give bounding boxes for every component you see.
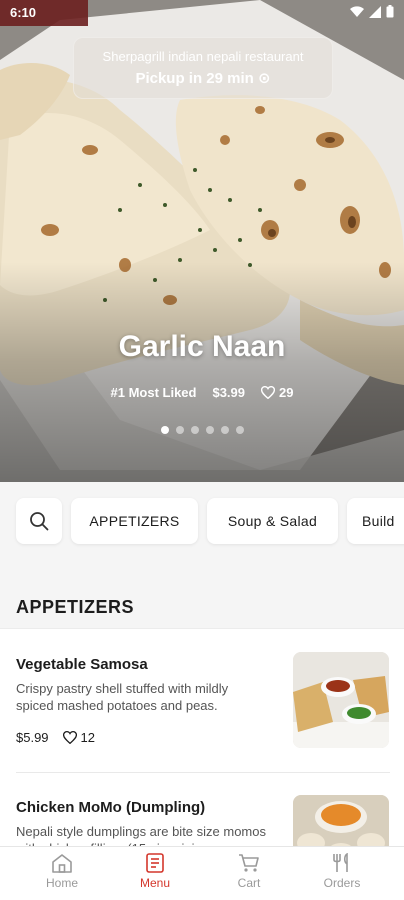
menu-item-description: Crispy pastry shell stuffed with mildly … [16,681,229,713]
menu-list: Vegetable Samosa Crispy pastry shell stu… [0,628,404,850]
carousel-dot[interactable] [235,426,244,434]
featured-price: $3.99 [212,385,246,400]
carousel-dot[interactable] [175,426,184,434]
battery-icon [386,5,394,18]
status-time: 6:10 [10,5,37,20]
pickup-info-card[interactable]: Sherpagrill indian nepali restaurant Pic… [73,37,333,99]
momo-photo [293,795,389,850]
hero-banner[interactable]: 6:10 Sherpagrill indian nepali restauran… [0,0,404,482]
category-bar: APPETIZERS Soup & Salad Build [0,482,404,560]
menu-item-likes[interactable]: 12 [62,730,96,745]
samosa-photo [293,652,389,748]
nav-item-label: Menu [139,876,171,890]
featured-dish-title: Garlic Naan [118,330,286,363]
section-title: APPETIZERS [16,597,135,617]
carousel-dot[interactable] [220,426,229,434]
nav-item-home[interactable]: Home [27,853,97,890]
menu-item-price: $5.99 [16,730,49,745]
hero-shade [0,262,404,482]
category-chip-appetizers[interactable]: APPETIZERS [71,498,198,544]
nav-item-label: Cart [237,876,261,890]
category-chip-build[interactable]: Build [347,498,404,544]
signal-icon [369,5,381,18]
menu-item-meta: $5.99 12 [16,730,95,745]
pickup-eta: Pickup in 29 min ⊙ [135,70,271,87]
carousel-dot[interactable] [190,426,199,434]
status-bar: 6:10 [0,0,404,26]
heart-icon [261,386,276,399]
nav-item-label: Orders [323,876,361,890]
featured-badge: #1 Most Liked [110,385,197,400]
home-icon [52,854,72,873]
menu-item-photo[interactable] [293,795,389,850]
featured-likes-count: 29 [279,385,294,400]
orders-icon [333,853,348,872]
bottom-nav: Home Menu Cart Orders [0,846,404,900]
carousel-dots [0,426,404,434]
featured-dish-meta: #1 Most Liked $3.99 29 [0,385,404,400]
menu-item[interactable]: Chicken MoMo (Dumpling) Nepali style dum… [0,773,404,850]
restaurant-name: Sherpagrill indian nepali restaurant [102,49,304,64]
menu-item-name: Chicken MoMo (Dumpling) [16,799,206,816]
search-icon [30,512,49,531]
cart-icon [239,854,259,872]
menu-item-likes-count: 12 [80,730,96,745]
wifi-icon [350,5,364,17]
menu-item-photo[interactable] [293,652,389,748]
menu-item[interactable]: Vegetable Samosa Crispy pastry shell stu… [0,629,404,779]
status-icons [350,5,394,18]
heart-icon [62,731,77,744]
carousel-dot[interactable] [205,426,214,434]
menu-icon [146,853,164,873]
category-chip-soup-salad[interactable]: Soup & Salad [207,498,338,544]
carousel-dot[interactable] [160,426,169,434]
menu-item-name: Vegetable Samosa [16,656,148,673]
nav-item-orders[interactable]: Orders [307,853,377,890]
featured-likes[interactable]: 29 [261,385,293,400]
nav-item-menu[interactable]: Menu [120,853,190,890]
nav-item-cart[interactable]: Cart [214,853,284,890]
nav-item-label: Home [45,876,78,890]
search-button[interactable] [16,498,62,544]
